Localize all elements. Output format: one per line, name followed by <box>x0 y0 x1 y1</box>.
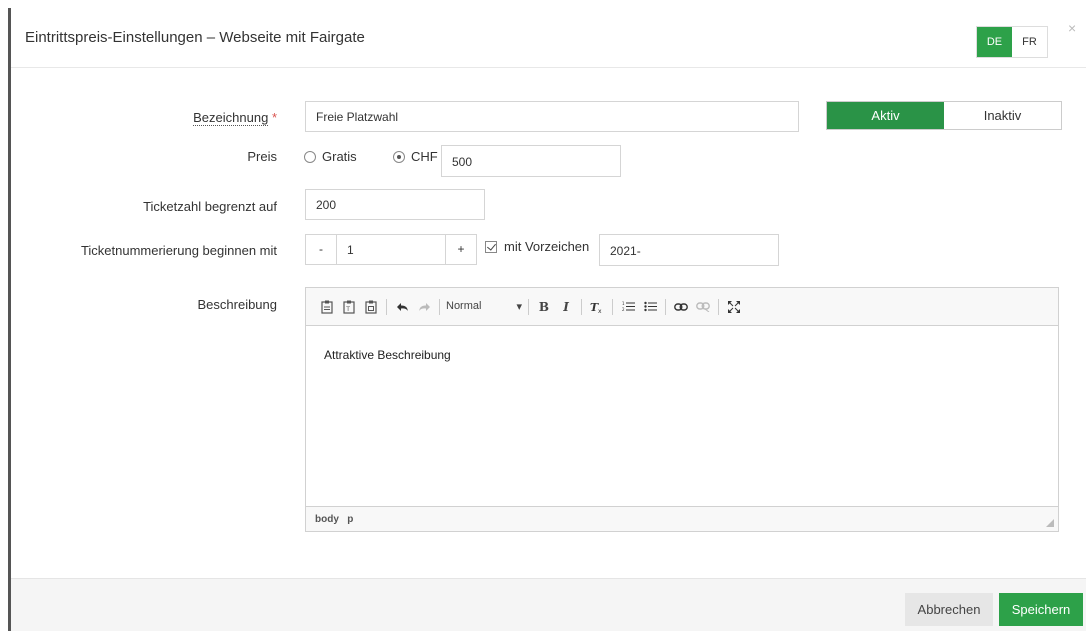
ticket-price-settings-modal: Eintrittspreis-Einstellungen – Webseite … <box>11 8 1086 631</box>
prefix-checkbox-label: mit Vorzeichen <box>504 239 590 254</box>
rich-text-editor: T Normal ▾ B I Tx 1 2 Attraktive Beschre… <box>305 287 1059 532</box>
ticket-limit-input[interactable]: 200 <box>305 189 485 220</box>
undo-icon[interactable] <box>393 297 411 317</box>
bold-icon[interactable]: B <box>535 297 553 317</box>
modal-title: Eintrittspreis-Einstellungen – Webseite … <box>25 29 365 46</box>
svg-text:x: x <box>598 308 602 313</box>
description-label: Beschreibung <box>197 297 278 312</box>
name-label-text: Bezeichnung <box>193 110 269 126</box>
required-marker: * <box>271 110 277 125</box>
checkbox-checked-icon <box>485 240 497 253</box>
resize-handle-icon[interactable] <box>1046 519 1054 527</box>
editor-path-bar: body p <box>306 506 1058 531</box>
price-free-radio[interactable]: Gratis <box>304 149 357 164</box>
toolbar-separator <box>718 298 719 315</box>
price-chf-radio[interactable]: CHF <box>393 149 438 164</box>
toolbar-separator <box>439 298 440 315</box>
modal-footer: Abbrechen Speichern <box>11 578 1086 631</box>
link-icon[interactable] <box>672 297 690 317</box>
toolbar-separator <box>665 298 666 315</box>
status-inactive-button[interactable]: Inaktiv <box>944 102 1061 129</box>
toolbar-separator <box>612 298 613 315</box>
numbering-increment-button[interactable]: + <box>445 234 477 265</box>
save-button[interactable]: Speichern <box>999 593 1083 626</box>
price-label: Preis <box>247 149 277 164</box>
remove-format-icon[interactable]: Tx <box>588 297 606 317</box>
ticket-limit-label: Ticketzahl begrenzt auf <box>143 199 277 214</box>
toolbar-separator <box>386 298 387 315</box>
status-toggle: Aktiv Inaktiv <box>826 101 1062 130</box>
radio-checked-icon <box>393 150 405 163</box>
format-select[interactable]: Normal ▾ <box>446 300 522 313</box>
paste-text-icon[interactable]: T <box>340 297 358 317</box>
path-element-p[interactable]: p <box>347 514 353 525</box>
price-free-label: Gratis <box>322 149 357 164</box>
editor-toolbar: T Normal ▾ B I Tx 1 2 <box>306 288 1058 326</box>
paste-word-icon[interactable] <box>362 297 380 317</box>
status-active-button[interactable]: Aktiv <box>827 102 944 129</box>
editor-content[interactable]: Attraktive Beschreibung <box>306 327 1058 506</box>
language-switch: DE FR <box>976 26 1048 58</box>
numbering-decrement-button[interactable]: - <box>305 234 337 265</box>
prefix-checkbox[interactable]: mit Vorzeichen <box>485 239 589 254</box>
maximize-icon[interactable] <box>725 297 743 317</box>
lang-button-de[interactable]: DE <box>977 27 1012 57</box>
toolbar-separator <box>581 298 582 315</box>
numbering-label: Ticketnummerierung beginnen mit <box>80 243 277 258</box>
svg-text:1: 1 <box>622 301 625 306</box>
numbered-list-icon[interactable]: 12 <box>619 297 637 317</box>
price-chf-label: CHF <box>411 149 438 164</box>
redo-icon[interactable] <box>415 297 433 317</box>
radio-unchecked-icon <box>304 150 316 163</box>
toolbar-separator <box>528 298 529 315</box>
numbering-start-input[interactable]: 1 <box>336 234 446 265</box>
price-input[interactable]: 500 <box>441 145 621 177</box>
name-input[interactable]: Freie Platzwahl <box>305 101 799 132</box>
svg-text:2: 2 <box>622 307 625 312</box>
lang-button-fr[interactable]: FR <box>1012 27 1047 57</box>
cancel-button[interactable]: Abbrechen <box>905 593 993 626</box>
format-select-value: Normal <box>446 300 482 312</box>
italic-icon[interactable]: I <box>557 297 575 317</box>
svg-text:T: T <box>345 306 350 313</box>
modal-header: Eintrittspreis-Einstellungen – Webseite … <box>11 8 1086 68</box>
path-element-body[interactable]: body <box>315 514 339 525</box>
bulleted-list-icon[interactable] <box>641 297 659 317</box>
name-label: Bezeichnung * <box>0 110 277 126</box>
unlink-icon[interactable] <box>694 297 712 317</box>
paste-icon[interactable] <box>318 297 336 317</box>
prefix-input[interactable]: 2021- <box>599 234 779 266</box>
chevron-down-icon: ▾ <box>516 301 522 313</box>
close-icon[interactable]: × <box>1068 20 1076 36</box>
